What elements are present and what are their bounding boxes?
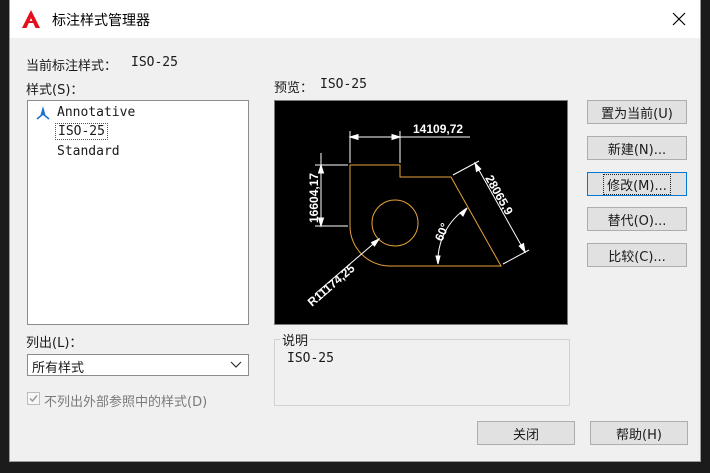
checkmark-icon — [29, 395, 38, 403]
close-button[interactable]: 关闭 — [477, 421, 575, 445]
styles-list[interactable]: Annotative ISO-25 Standard — [27, 100, 249, 325]
dim-top-label: 14109,72 — [413, 122, 463, 136]
list-filter-select[interactable]: 所有样式 — [27, 354, 249, 376]
geometry — [349, 164, 502, 267]
close-window-button[interactable] — [662, 4, 696, 34]
close-icon — [672, 12, 686, 26]
list-item[interactable]: Standard — [55, 143, 122, 161]
close-label: 关闭 — [512, 427, 539, 443]
new-style-button[interactable]: 新建(N)... — [587, 136, 687, 160]
dimension-preview: 14109,72 16604,17 28065,9 60° R11174,25 — [274, 100, 568, 325]
exclude-xref-checkbox[interactable] — [27, 392, 40, 405]
compare-styles-button[interactable]: 比较(C)... — [587, 243, 687, 267]
window-title: 标注样式管理器 — [52, 13, 150, 29]
dim-aligned-label: 28065,9 — [482, 173, 516, 218]
new-style-label: 新建(N)... — [607, 142, 667, 158]
help-label: 帮助(H) — [616, 427, 662, 443]
list-item[interactable]: Annotative — [36, 104, 137, 122]
modify-style-label: 修改(M)... — [603, 173, 671, 195]
set-current-label: 置为当前(U) — [601, 106, 673, 122]
modify-style-button[interactable]: 修改(M)... — [587, 172, 687, 196]
style-name: ISO-25 — [55, 123, 108, 140]
current-style-label: 当前标注样式： — [26, 59, 118, 74]
dim-angle-label: 60° — [432, 221, 452, 243]
list-filter-label: 列出(L)： — [26, 336, 83, 351]
override-style-button[interactable]: 替代(O)... — [587, 207, 687, 231]
dim-style-manager-dialog: 标注样式管理器 当前标注样式： ISO-25 样式(S)： Annotative… — [9, 0, 701, 462]
description-text: ISO-25 — [287, 351, 334, 366]
exclude-xref-label: 不列出外部参照中的样式(D) — [44, 395, 208, 410]
dimension-labels: 14109,72 16604,17 28065,9 60° R11174,25 — [305, 122, 516, 309]
styles-label: 样式(S)： — [26, 83, 84, 98]
chevron-down-icon — [230, 361, 242, 368]
help-button[interactable]: 帮助(H) — [590, 421, 688, 445]
style-name: Standard — [57, 144, 120, 159]
list-filter-value: 所有样式 — [32, 361, 85, 376]
autocad-logo-icon — [22, 10, 40, 28]
description-group — [274, 339, 570, 406]
title-bar: 标注样式管理器 — [10, 0, 700, 38]
compare-styles-label: 比较(C)... — [608, 249, 666, 265]
list-item[interactable]: ISO-25 — [55, 123, 108, 141]
override-style-label: 替代(O)... — [607, 213, 667, 229]
preview-drawing: 14109,72 16604,17 28065,9 60° R11174,25 — [305, 122, 530, 309]
style-name: Annotative — [57, 105, 136, 120]
dim-left-label: 16604,17 — [307, 173, 321, 223]
annotative-icon — [36, 106, 50, 120]
preview-style-name: ISO-25 — [320, 77, 367, 92]
description-label: 说明 — [280, 330, 311, 349]
current-style-value: ISO-25 — [131, 55, 178, 70]
preview-label: 预览： — [274, 81, 314, 96]
dim-radius-label: R11174,25 — [305, 261, 358, 309]
set-current-button[interactable]: 置为当前(U) — [587, 100, 687, 124]
